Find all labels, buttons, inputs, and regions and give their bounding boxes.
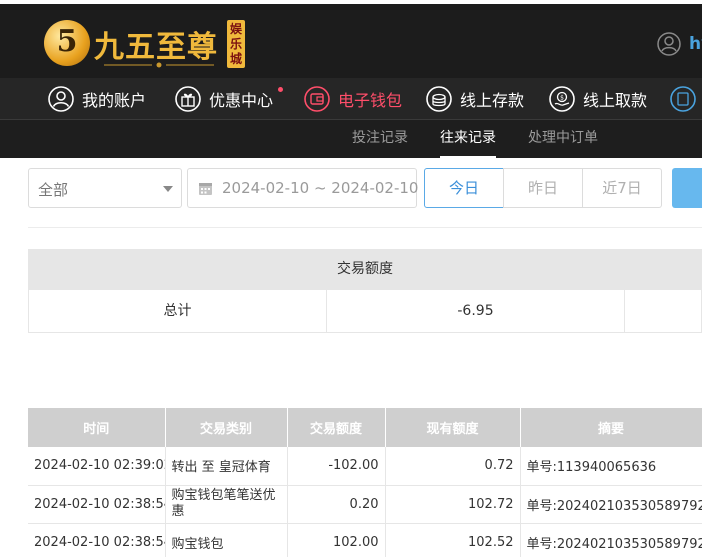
cell-summary: 单号:202402103530589792: [520, 523, 702, 557]
cell-amount: 102.00: [287, 523, 386, 557]
site-logo[interactable]: 5 九五至尊 娱 乐 城: [44, 12, 254, 74]
yesterday-button[interactable]: 昨日: [503, 168, 583, 208]
col-summary: 摘要: [520, 408, 702, 447]
type-select-value: 全部: [38, 181, 69, 199]
cell-balance: 102.52: [385, 523, 521, 557]
nav-label: 线上取款: [583, 91, 648, 110]
deposit-icon: [426, 86, 452, 112]
user-avatar-icon: [657, 32, 681, 56]
top-header: 5 九五至尊 娱 乐 城 hy: [0, 0, 702, 78]
chevron-down-icon: [163, 186, 173, 192]
nav-online-deposit[interactable]: 线上存款: [426, 78, 524, 120]
cell-balance: 0.72: [385, 447, 521, 486]
last-7-days-button[interactable]: 近7日: [582, 168, 662, 208]
cell-type: 购宝钱包: [165, 523, 288, 557]
summary-extra: [625, 290, 702, 332]
summary-row: 总计 -6.95: [28, 290, 702, 333]
logo-emblem: 5: [44, 20, 90, 66]
cell-time: 2024-02-10 02:38:54: [28, 523, 166, 557]
calendar-icon: [199, 183, 212, 195]
cell-summary: 单号:202402103530589792: [520, 485, 702, 524]
nav-e-wallet[interactable]: 电子钱包: [304, 78, 402, 120]
logo-side-char: 乐: [229, 37, 242, 51]
table-row: 2024-02-10 02:39:02 转出 至 皇冠体育 -102.00 0.…: [28, 447, 702, 486]
summary-label: 总计: [29, 290, 327, 332]
summary-value: -6.95: [327, 290, 625, 332]
tab-pending-orders[interactable]: 处理中订单: [528, 120, 598, 158]
cell-amount: 0.20: [287, 485, 386, 524]
logo-ornament: [104, 62, 214, 68]
table-header-row: 时间 交易类别 交易额度 现有额度 摘要: [28, 408, 702, 447]
search-button[interactable]: [672, 168, 702, 208]
transactions-table: 时间 交易类别 交易额度 现有额度 摘要 2024-02-10 02:39:02…: [28, 408, 702, 557]
nav-my-account[interactable]: 我的账户: [48, 78, 146, 120]
nav-label: 我的账户: [82, 91, 147, 110]
cell-amount: -102.00: [287, 447, 386, 486]
main-nav: 我的账户 优惠中心 电子钱包 线上存款 $ 线上取款: [0, 78, 702, 120]
date-range-input[interactable]: 2024-02-10 ~ 2024-02-10: [187, 168, 419, 208]
notification-dot: [278, 87, 284, 92]
nav-more[interactable]: [670, 78, 702, 120]
user-circle-icon: [48, 86, 74, 112]
col-amount: 交易额度: [287, 408, 386, 447]
nav-online-withdraw[interactable]: $ 线上取款: [549, 78, 647, 120]
tab-bet-records[interactable]: 投注记录: [352, 120, 408, 158]
gift-icon: [175, 86, 201, 112]
svg-text:$: $: [560, 95, 564, 102]
logo-side-char: 城: [229, 52, 242, 66]
col-balance: 现有额度: [385, 408, 521, 447]
withdraw-icon: $: [549, 86, 575, 112]
logo-numeral: 5: [56, 24, 78, 59]
cell-summary: 单号:113940065636: [520, 447, 702, 486]
username: hy: [689, 34, 702, 54]
date-range-value: 2024-02-10 ~ 2024-02-10: [222, 179, 419, 197]
cell-type: 转出 至 皇冠体育: [165, 447, 288, 486]
logo-text: 九五至尊: [94, 30, 218, 65]
nav-label: 线上存款: [460, 91, 525, 110]
wallet-icon: [304, 86, 330, 112]
cell-time: 2024-02-10 02:38:54: [28, 485, 166, 524]
cell-balance: 102.72: [385, 485, 521, 524]
nav-promotions[interactable]: 优惠中心: [175, 78, 284, 120]
tab-transaction-records[interactable]: 往来记录: [440, 120, 496, 158]
today-button[interactable]: 今日: [424, 168, 504, 208]
logo-side-char: 娱: [229, 22, 242, 36]
table-row: 2024-02-10 02:38:54 购宝钱包笔笔送优惠 0.20 102.7…: [28, 485, 702, 524]
col-time: 时间: [28, 408, 166, 447]
cell-type: 购宝钱包笔笔送优惠: [165, 485, 288, 524]
table-row: 2024-02-10 02:38:54 购宝钱包 102.00 102.52 单…: [28, 523, 702, 557]
page: 5 九五至尊 娱 乐 城 hy: [0, 0, 702, 557]
sub-nav: 投注记录 往来记录 处理中订单: [0, 120, 702, 158]
col-type: 交易类别: [165, 408, 288, 447]
logo-side-badge: 娱 乐 城: [227, 20, 245, 68]
ledger-icon: [670, 86, 696, 112]
divider: [28, 227, 702, 228]
summary-header: 交易额度: [28, 249, 702, 290]
nav-label: 优惠中心: [209, 91, 274, 110]
cell-time: 2024-02-10 02:39:02: [28, 447, 166, 486]
type-select[interactable]: 全部: [28, 168, 182, 208]
nav-label: 电子钱包: [338, 91, 403, 110]
